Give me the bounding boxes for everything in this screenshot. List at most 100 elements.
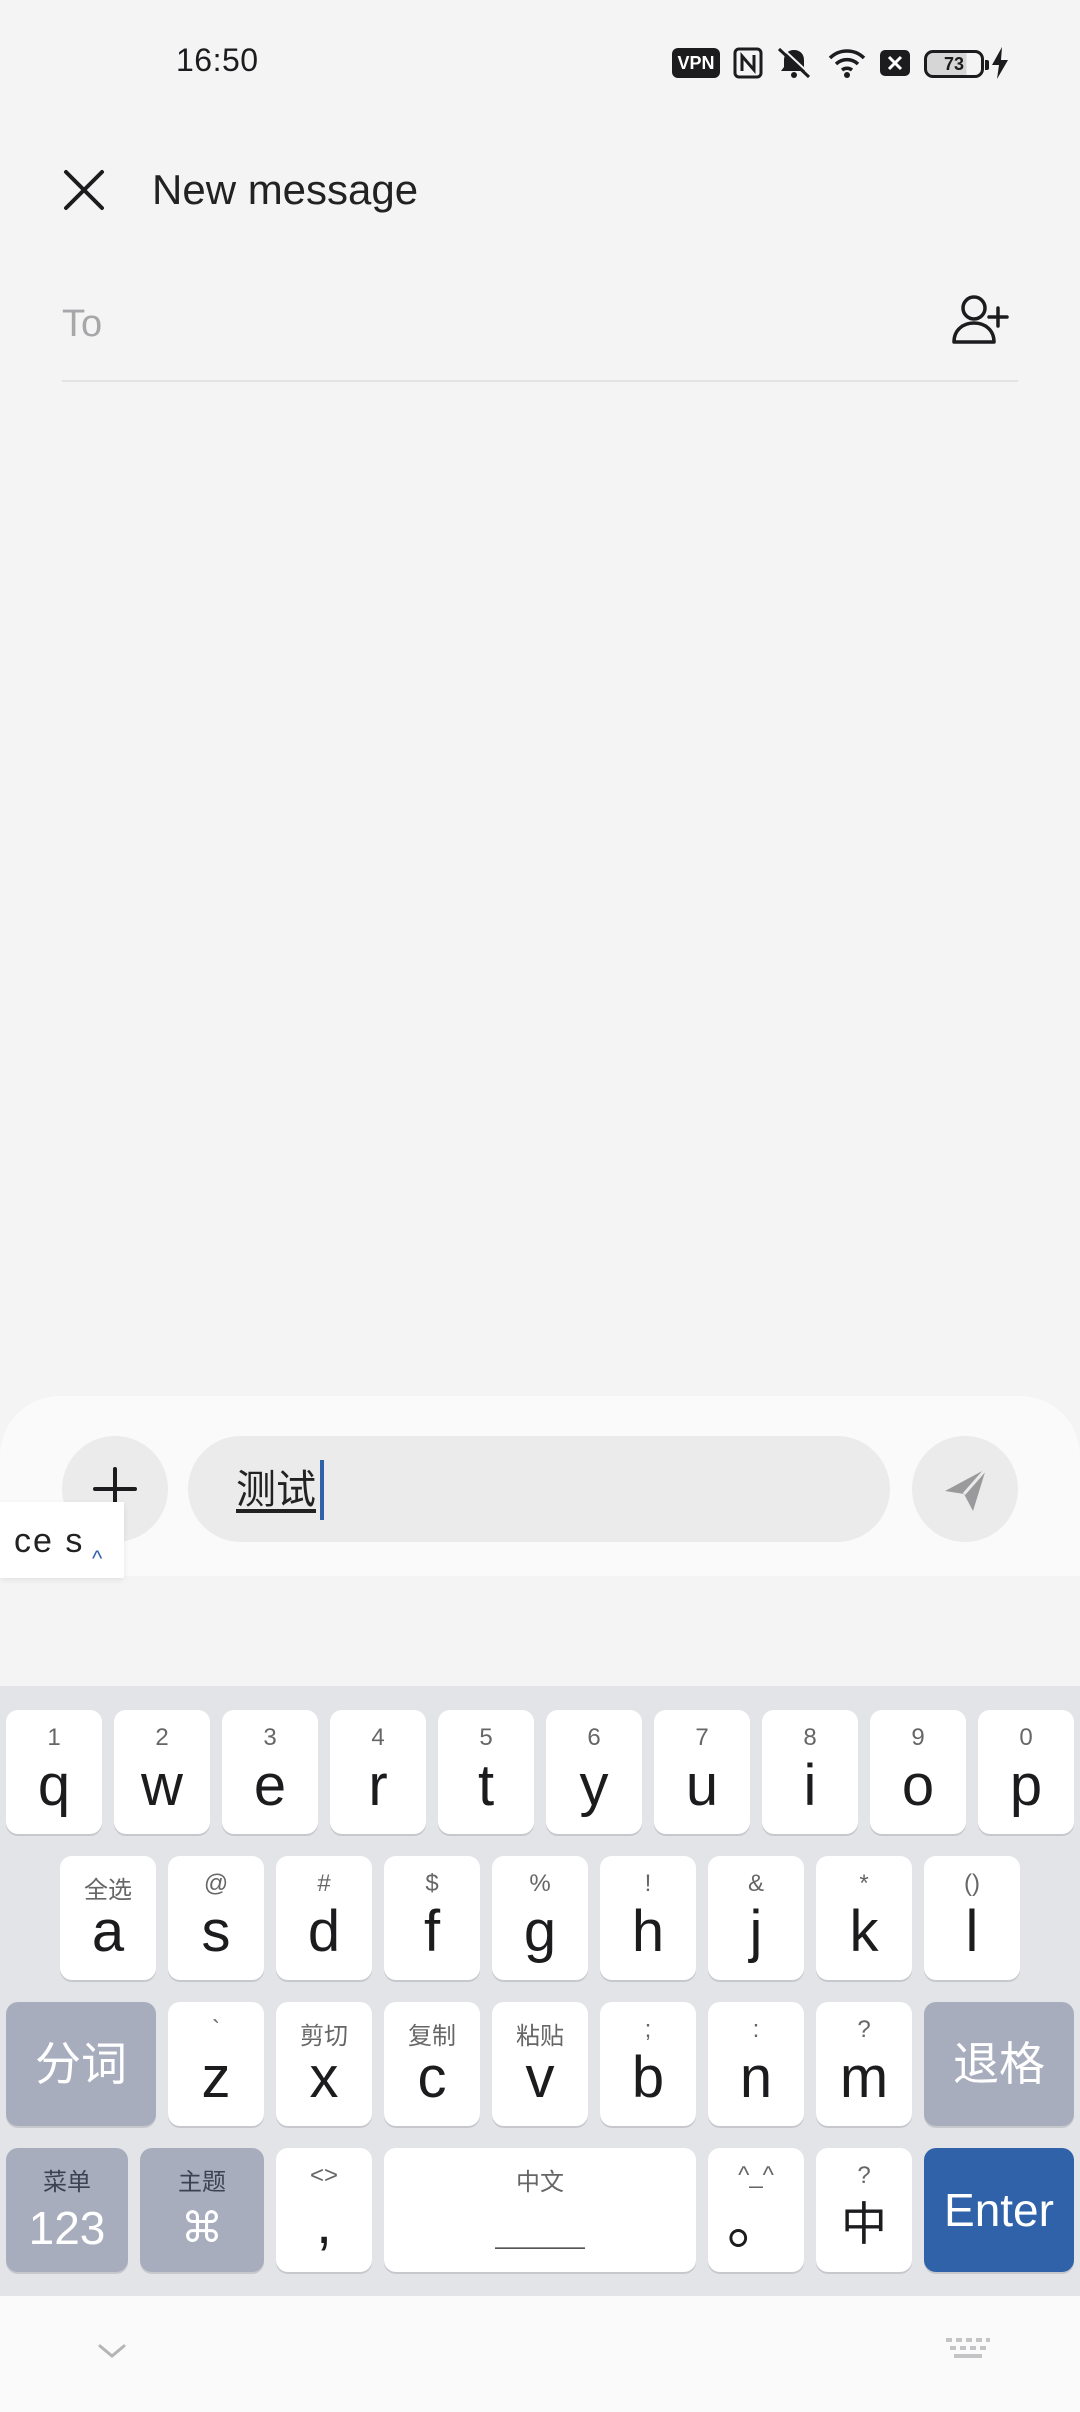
key-label: q: [37, 1753, 71, 1818]
key-label: z: [201, 2045, 231, 2110]
send-icon: [945, 1468, 988, 1511]
recipient-input[interactable]: To: [62, 298, 102, 350]
key-i[interactable]: 8i: [762, 1710, 858, 1834]
key-a[interactable]: 全选 a: [60, 1856, 156, 1980]
key-label: o: [901, 1753, 935, 1818]
send-button[interactable]: [912, 1436, 1018, 1542]
text-caret: [320, 1460, 324, 1520]
key-label: w: [141, 1753, 183, 1818]
key-v[interactable]: 粘贴 v: [492, 2002, 588, 2126]
sim-off-icon: [878, 46, 912, 80]
key-o[interactable]: 9o: [870, 1710, 966, 1834]
charging-icon: [988, 46, 1012, 80]
hide-keyboard-button[interactable]: [92, 2336, 132, 2366]
key-hint: ;: [644, 2016, 652, 2043]
key-hint: $: [425, 1870, 439, 1897]
key-language[interactable]: ? 中: [816, 2148, 912, 2272]
keyboard-switch-button[interactable]: [944, 2334, 992, 2368]
key-label: x: [309, 2045, 339, 2110]
key-hint: `: [212, 2016, 220, 2043]
key-z[interactable]: ` z: [168, 2002, 264, 2126]
key-label: n: [739, 2045, 773, 2110]
key-label: d: [307, 1899, 341, 1964]
key-n[interactable]: :n: [708, 2002, 804, 2126]
key-d[interactable]: # d: [276, 1856, 372, 1980]
key-hint: 1: [47, 1724, 61, 1751]
page-title: New message: [152, 166, 419, 213]
key-j[interactable]: & j: [708, 1856, 804, 1980]
key-hint: &: [747, 1870, 764, 1897]
key-period[interactable]: ^_^ 。: [708, 2148, 804, 2272]
keyboard-bottom-bar: [0, 2296, 1080, 2412]
key-hint: 0: [1019, 1724, 1033, 1751]
key-hint: #: [317, 1870, 331, 1897]
key-hint: 6: [587, 1724, 601, 1751]
key-g[interactable]: % g: [492, 1856, 588, 1980]
key-label: p: [1009, 1753, 1043, 1818]
key-label: a: [91, 1899, 125, 1964]
ime-expand-icon[interactable]: ^: [92, 1546, 102, 1572]
key-theme[interactable]: 主题 ⌘: [140, 2148, 264, 2272]
key-y[interactable]: 6y: [546, 1710, 642, 1834]
chevron-down-icon: [98, 2344, 126, 2358]
key-m[interactable]: ? m: [816, 2002, 912, 2126]
key-hint: (): [964, 1870, 980, 1897]
key-hint: ?: [857, 2016, 871, 2043]
key-label: e: [253, 1753, 287, 1818]
key-h[interactable]: ! h: [600, 1856, 696, 1980]
key-c[interactable]: 复制 c: [384, 2002, 480, 2126]
key-hint: *: [859, 1870, 869, 1897]
key-comma[interactable]: <> ,: [276, 2148, 372, 2272]
key-backspace[interactable]: 退格: [924, 2002, 1074, 2126]
key-label: g: [523, 1899, 557, 1964]
add-contact-button[interactable]: [950, 290, 1010, 350]
vpn-icon: VPN: [672, 48, 720, 78]
wifi-icon: [826, 46, 868, 80]
key-label: m: [839, 2045, 889, 2110]
nfc-icon: [732, 46, 764, 80]
key-u[interactable]: 7u: [654, 1710, 750, 1834]
key-enter[interactable]: Enter: [924, 2148, 1074, 2272]
key-label: k: [849, 1899, 879, 1964]
message-text: 测试: [236, 1468, 316, 1512]
battery-icon: 73: [924, 50, 989, 78]
key-e[interactable]: 3e: [222, 1710, 318, 1834]
key-label: c: [417, 2045, 447, 2110]
key-q[interactable]: 1q: [6, 1710, 102, 1834]
key-label: v: [525, 2045, 555, 2110]
key-label: y: [579, 1753, 609, 1818]
key-space[interactable]: 中文 ＿＿＿: [384, 2148, 696, 2272]
key-hint: @: [203, 1870, 229, 1897]
soft-keyboard: 1q2w3e4r5t6y7u8i9o0p 全选 a @ s # d $ f% g! h & j * k()…: [0, 1686, 1080, 2296]
key-b[interactable]: ; b: [600, 2002, 696, 2126]
status-time: 16:50: [176, 42, 259, 78]
key-numbers[interactable]: 菜单 123: [6, 2148, 128, 2272]
key-hint: 8: [803, 1724, 817, 1751]
key-hint: 2: [155, 1724, 169, 1751]
key-hint: !: [644, 1870, 652, 1897]
key-s[interactable]: @ s: [168, 1856, 264, 1980]
key-label: l: [965, 1899, 979, 1964]
key-w[interactable]: 2w: [114, 1710, 210, 1834]
key-segment[interactable]: 分词: [6, 2002, 156, 2126]
key-k[interactable]: * k: [816, 1856, 912, 1980]
key-r[interactable]: 4r: [330, 1710, 426, 1834]
close-button[interactable]: [56, 162, 112, 218]
key-p[interactable]: 0p: [978, 1710, 1074, 1834]
ime-pinyin-text: ce s: [14, 1522, 85, 1560]
key-label: f: [423, 1899, 441, 1964]
key-hint: 3: [263, 1724, 277, 1751]
key-label: b: [631, 2045, 665, 2110]
key-hint: 4: [371, 1724, 385, 1751]
key-hint: 5: [479, 1724, 493, 1751]
mute-icon: [774, 46, 814, 80]
key-hint: %: [529, 1870, 551, 1897]
key-label: s: [201, 1899, 231, 1964]
key-t[interactable]: 5t: [438, 1710, 534, 1834]
key-x[interactable]: 剪切 x: [276, 2002, 372, 2126]
key-l[interactable]: () l: [924, 1856, 1020, 1980]
keyboard-icon: [946, 2338, 990, 2358]
key-f[interactable]: $ f: [384, 1856, 480, 1980]
key-label: h: [631, 1899, 665, 1964]
recipient-divider: [62, 380, 1018, 382]
